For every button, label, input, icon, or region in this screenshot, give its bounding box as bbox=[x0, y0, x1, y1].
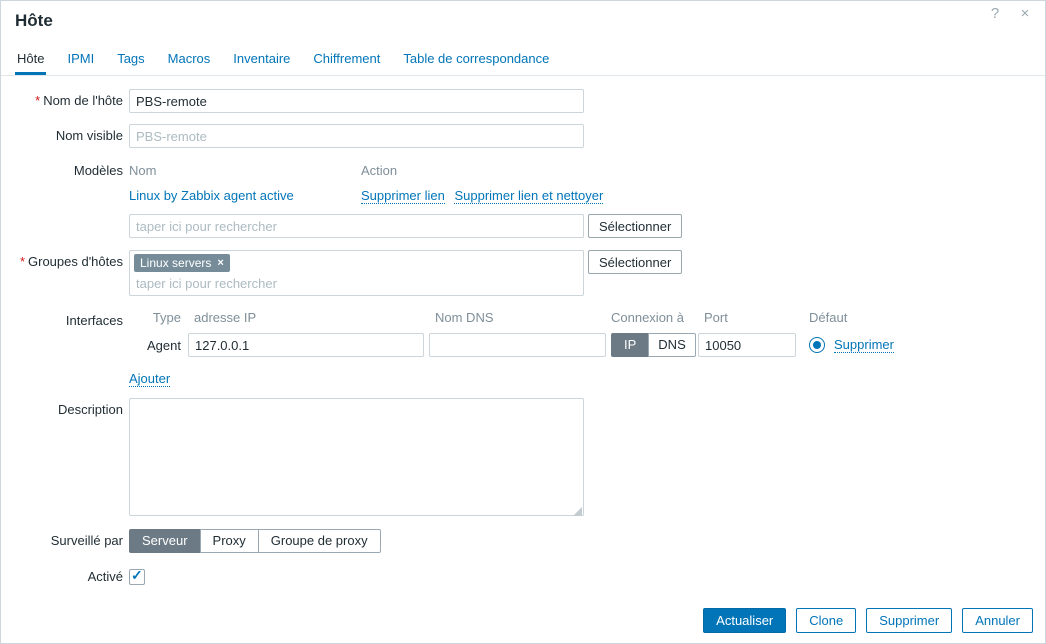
row-templates: Modèles Nom Action Linux by Zabbix agent… bbox=[15, 159, 1045, 238]
interfaces-col-dns: Nom DNS bbox=[429, 309, 606, 327]
tab-encryption[interactable]: Chiffrement bbox=[311, 43, 382, 75]
monitored-by-server-option[interactable]: Serveur bbox=[129, 529, 201, 553]
interfaces-col-connect: Connexion à bbox=[611, 309, 693, 327]
monitored-by-proxy-group-option[interactable]: Groupe de proxy bbox=[258, 529, 381, 553]
enabled-checkbox[interactable] bbox=[129, 569, 145, 585]
enabled-label: Activé bbox=[15, 565, 123, 589]
tab-ipmi[interactable]: IPMI bbox=[65, 43, 96, 75]
interfaces-col-default: Défaut bbox=[801, 309, 894, 327]
update-button[interactable]: Actualiser bbox=[703, 608, 786, 633]
interface-type: Agent bbox=[129, 338, 183, 353]
connect-ip-option[interactable]: IP bbox=[611, 333, 649, 357]
row-host-name: *Nom de l'hôte bbox=[15, 89, 1045, 113]
required-marker: * bbox=[35, 93, 40, 108]
host-group-chip[interactable]: Linux servers × bbox=[134, 254, 230, 272]
template-search-input[interactable] bbox=[129, 214, 584, 238]
row-enabled: Activé bbox=[15, 565, 1045, 589]
tab-inventory[interactable]: Inventaire bbox=[231, 43, 292, 75]
resize-handle[interactable] bbox=[573, 507, 582, 516]
template-select-button[interactable]: Sélectionner bbox=[588, 214, 682, 238]
interface-default-radio[interactable] bbox=[809, 337, 825, 353]
interface-connect-toggle: IP DNS bbox=[611, 333, 693, 357]
host-name-input[interactable] bbox=[129, 89, 584, 113]
host-form: *Nom de l'hôte Nom visible Modèles Nom A… bbox=[1, 76, 1045, 589]
interface-ip-input[interactable] bbox=[188, 333, 424, 357]
interfaces-label: Interfaces bbox=[15, 309, 123, 333]
close-icon[interactable]: × bbox=[1017, 5, 1033, 23]
template-unlink-action[interactable]: Supprimer lien bbox=[361, 188, 445, 204]
tab-tags[interactable]: Tags bbox=[115, 43, 146, 75]
templates-table-header: Nom Action bbox=[129, 162, 682, 180]
interface-port-input[interactable] bbox=[698, 333, 796, 357]
interfaces-col-type: Type bbox=[129, 309, 183, 327]
monitored-by-label: Surveillé par bbox=[15, 529, 123, 553]
description-label: Description bbox=[15, 398, 123, 422]
host-groups-search-placeholder: taper ici pour rechercher bbox=[136, 276, 577, 291]
row-monitored-by: Surveillé par Serveur Proxy Groupe de pr… bbox=[15, 529, 1045, 553]
dialog-header: Hôte ? × bbox=[1, 1, 1045, 37]
clone-button[interactable]: Clone bbox=[796, 608, 856, 633]
interface-add-link[interactable]: Ajouter bbox=[129, 371, 170, 387]
interfaces-table-header: Type adresse IP Nom DNS Connexion à Port… bbox=[129, 309, 894, 327]
template-unlink-clear-action[interactable]: Supprimer lien et nettoyer bbox=[454, 188, 603, 204]
tab-host[interactable]: Hôte bbox=[15, 43, 46, 75]
templates-col-action: Action bbox=[361, 162, 397, 180]
help-icon[interactable]: ? bbox=[987, 5, 1003, 23]
tab-value-mapping[interactable]: Table de correspondance bbox=[401, 43, 551, 75]
chip-remove-icon[interactable]: × bbox=[217, 257, 223, 269]
dialog-header-icons: ? × bbox=[987, 5, 1033, 23]
monitored-by-toggle: Serveur Proxy Groupe de proxy bbox=[129, 529, 381, 553]
templates-label: Modèles bbox=[15, 159, 123, 183]
host-dialog: Hôte ? × Hôte IPMI Tags Macros Inventair… bbox=[0, 0, 1046, 644]
interface-remove-link[interactable]: Supprimer bbox=[834, 337, 894, 353]
templates-col-name: Nom bbox=[129, 162, 361, 180]
row-interfaces: Interfaces Type adresse IP Nom DNS Conne… bbox=[15, 309, 1045, 398]
row-description: Description bbox=[15, 398, 1045, 519]
interface-dns-input[interactable] bbox=[429, 333, 606, 357]
interfaces-col-port: Port bbox=[698, 309, 796, 327]
interface-row: Agent IP DNS Supprimer bbox=[129, 333, 894, 357]
description-textarea[interactable] bbox=[129, 398, 584, 516]
connect-dns-option[interactable]: DNS bbox=[648, 333, 695, 357]
cancel-button[interactable]: Annuler bbox=[962, 608, 1033, 633]
host-name-label: *Nom de l'hôte bbox=[15, 89, 123, 113]
host-groups-label: *Groupes d'hôtes bbox=[15, 250, 123, 274]
template-row: Linux by Zabbix agent active Supprimer l… bbox=[129, 187, 682, 205]
row-visible-name: Nom visible bbox=[15, 124, 1045, 148]
host-groups-multiselect[interactable]: Linux servers × taper ici pour recherche… bbox=[129, 250, 584, 296]
dialog-title: Hôte bbox=[15, 11, 1031, 31]
template-link[interactable]: Linux by Zabbix agent active bbox=[129, 188, 294, 203]
row-host-groups: *Groupes d'hôtes Linux servers × taper i… bbox=[15, 250, 1045, 296]
dialog-footer: Actualiser Clone Supprimer Annuler bbox=[703, 608, 1033, 633]
monitored-by-proxy-option[interactable]: Proxy bbox=[200, 529, 259, 553]
visible-name-input[interactable] bbox=[129, 124, 584, 148]
tab-bar: Hôte IPMI Tags Macros Inventaire Chiffre… bbox=[1, 43, 1045, 76]
delete-button[interactable]: Supprimer bbox=[866, 608, 952, 633]
interfaces-col-ip: adresse IP bbox=[188, 309, 424, 327]
host-group-chip-label: Linux servers bbox=[140, 256, 211, 270]
required-marker: * bbox=[20, 254, 25, 269]
host-groups-select-button[interactable]: Sélectionner bbox=[588, 250, 682, 274]
visible-name-label: Nom visible bbox=[15, 124, 123, 148]
tab-macros[interactable]: Macros bbox=[166, 43, 213, 75]
